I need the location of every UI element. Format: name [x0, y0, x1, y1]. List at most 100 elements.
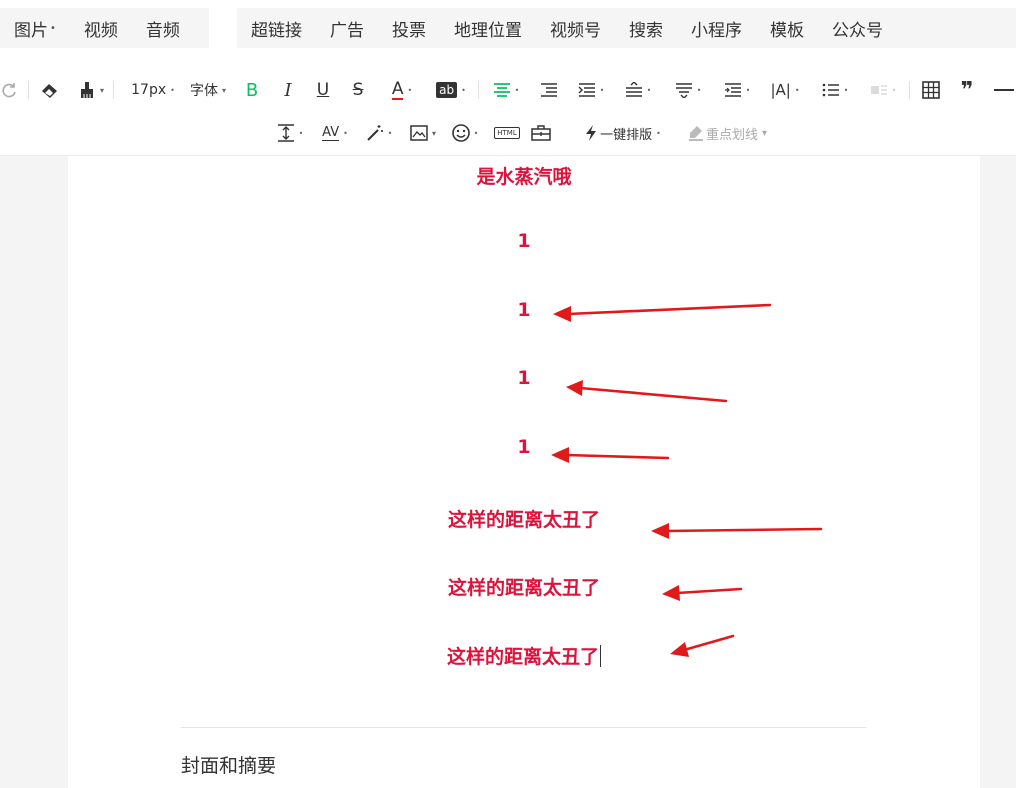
- cover-and-summary-label: 封面和摘要: [181, 755, 277, 777]
- insert-ad-label: 广告: [330, 20, 364, 41]
- paragraph[interactable]: 1: [68, 367, 980, 389]
- insert-template-button[interactable]: 模板: [756, 8, 818, 48]
- bold-button[interactable]: B: [242, 73, 262, 107]
- horizontal-rule-button[interactable]: [992, 73, 1016, 107]
- insert-image-label: 图片: [14, 20, 48, 41]
- redo-icon: [2, 83, 16, 98]
- insert-hyperlink-label: 超链接: [251, 20, 302, 41]
- chevron-down-icon: •: [473, 128, 479, 138]
- align-center-button[interactable]: •: [489, 73, 523, 107]
- kerning-button[interactable]: AV •: [317, 116, 353, 150]
- line-height-button[interactable]: •: [671, 73, 705, 107]
- one-click-layout-button[interactable]: 一键排版 •: [577, 116, 669, 150]
- insert-location-label: 地理位置: [454, 20, 522, 41]
- block-spacing-icon: [277, 124, 294, 142]
- margin-button[interactable]: •: [720, 73, 754, 107]
- font-size-select[interactable]: 17px •: [124, 73, 182, 107]
- italic-button[interactable]: I: [278, 73, 298, 107]
- paragraph[interactable]: 这样的距离太丑了: [68, 573, 980, 600]
- chevron-down-icon: ▾: [99, 85, 104, 95]
- chevron-down-icon: •: [599, 85, 605, 95]
- chevron-down-icon: •: [843, 85, 849, 95]
- strikethrough-button[interactable]: S: [348, 73, 368, 107]
- float-image-icon: [870, 85, 887, 95]
- highlight-button[interactable]: 重点划线 ▾: [681, 116, 775, 150]
- insert-video-label: 视频: [83, 20, 118, 41]
- insert-ad-button[interactable]: 广告: [316, 8, 378, 48]
- insert-search-button[interactable]: 搜索: [615, 8, 677, 48]
- bg-color-button[interactable]: ab •: [433, 73, 469, 107]
- paragraph-text: 这样的距离太丑了: [446, 646, 599, 668]
- eraser-icon: [42, 84, 57, 98]
- horizontal-rule-icon: [994, 89, 1014, 91]
- float-button[interactable]: •: [866, 73, 900, 107]
- paragraph[interactable]: 1: [68, 436, 980, 458]
- insert-image-tool-button[interactable]: ▾: [408, 116, 438, 150]
- emoji-button[interactable]: •: [447, 116, 483, 150]
- list-indent-button[interactable]: •: [574, 73, 608, 107]
- format-painter-icon: [80, 82, 93, 98]
- dropdown-dot-icon: •: [50, 22, 56, 34]
- italic-icon: I: [284, 79, 292, 101]
- list-indent-icon: [578, 83, 595, 97]
- chevron-down-icon: •: [387, 128, 393, 138]
- chevron-down-icon: •: [298, 128, 304, 138]
- chevron-down-icon: •: [794, 85, 800, 95]
- insert-audio-button[interactable]: 音频: [132, 8, 194, 48]
- insert-video-button[interactable]: 视频: [70, 8, 132, 48]
- quote-icon: ❞: [960, 77, 974, 103]
- clear-format-button[interactable]: [38, 73, 62, 107]
- paragraph[interactable]: 1: [68, 299, 980, 321]
- format-painter-button[interactable]: ▾: [76, 73, 106, 107]
- paragraph-spacing-button[interactable]: •: [621, 73, 655, 107]
- chevron-down-icon: ▾: [761, 127, 768, 139]
- bold-icon: B: [245, 79, 259, 101]
- paragraph[interactable]: 1: [68, 230, 980, 252]
- insert-channels-button[interactable]: 视频号: [536, 8, 615, 48]
- redo-button[interactable]: [0, 73, 20, 107]
- font-color-button[interactable]: A •: [384, 73, 420, 107]
- bg-color-icon: ab: [436, 82, 458, 98]
- insert-location-button[interactable]: 地理位置: [440, 8, 536, 48]
- chevron-down-icon: •: [514, 85, 520, 95]
- paragraph[interactable]: 是水蒸汽哦: [68, 162, 980, 189]
- insert-bar: 图片 • 视频 音频 超链接 广告 投票 地理位置 视频号 搜索 小程序 模板 公…: [0, 0, 1016, 56]
- paragraph-spacing-icon: [625, 82, 642, 97]
- indent-button[interactable]: [538, 73, 560, 107]
- margin-icon: [724, 83, 741, 97]
- lightning-icon: [586, 125, 597, 141]
- insert-image-button[interactable]: 图片 •: [0, 8, 70, 48]
- letter-spacing-button[interactable]: |A| •: [768, 73, 802, 107]
- block-spacing-button[interactable]: •: [272, 116, 308, 150]
- insert-miniprogram-label: 小程序: [691, 20, 742, 41]
- insert-account-button[interactable]: 公众号: [818, 8, 897, 48]
- underline-button[interactable]: U: [313, 73, 333, 107]
- font-family-select[interactable]: 字体 ▾: [187, 73, 229, 107]
- align-center-icon: [493, 83, 510, 97]
- kerning-icon: AV: [322, 124, 340, 141]
- image-icon: [410, 125, 428, 141]
- table-button[interactable]: [920, 73, 942, 107]
- font-size-value: 17px: [131, 82, 167, 98]
- insert-vote-button[interactable]: 投票: [378, 8, 440, 48]
- chevron-down-icon: •: [745, 85, 751, 95]
- text-cursor: [600, 645, 601, 667]
- bullet-list-button[interactable]: •: [818, 73, 852, 107]
- magic-wand-button[interactable]: •: [361, 116, 397, 150]
- font-family-value: 字体: [189, 83, 218, 99]
- html-button[interactable]: HTML: [494, 116, 520, 150]
- insert-miniprogram-button[interactable]: 小程序: [677, 8, 756, 48]
- toolbar-row-1: ▾ 17px • 字体 ▾ B I U S A • ab • • • • • •…: [0, 73, 1016, 107]
- format-toolbar: ▾ 17px • 字体 ▾ B I U S A • ab • • • • • •…: [0, 56, 1016, 156]
- font-color-icon: A: [391, 79, 404, 100]
- toolbox-button[interactable]: [528, 116, 554, 150]
- insert-hyperlink-button[interactable]: 超链接: [237, 8, 316, 48]
- one-click-layout-label: 一键排版: [600, 127, 653, 143]
- paragraph-with-cursor[interactable]: 这样的距离太丑了: [68, 642, 980, 669]
- quote-button[interactable]: ❞: [956, 73, 978, 107]
- paragraph[interactable]: 这样的距离太丑了: [68, 505, 980, 532]
- toolbar-row-2: • AV • • ▾ • HTML 一键排版 • 重点划线 ▾: [0, 116, 1016, 150]
- toolbar-separator: [478, 81, 479, 99]
- editor-content[interactable]: 是水蒸汽哦 1 1 1 1 这样的距离太丑了 这样的距离太丑了 这样的距离太丑了…: [68, 156, 980, 788]
- indent-icon: [541, 83, 557, 97]
